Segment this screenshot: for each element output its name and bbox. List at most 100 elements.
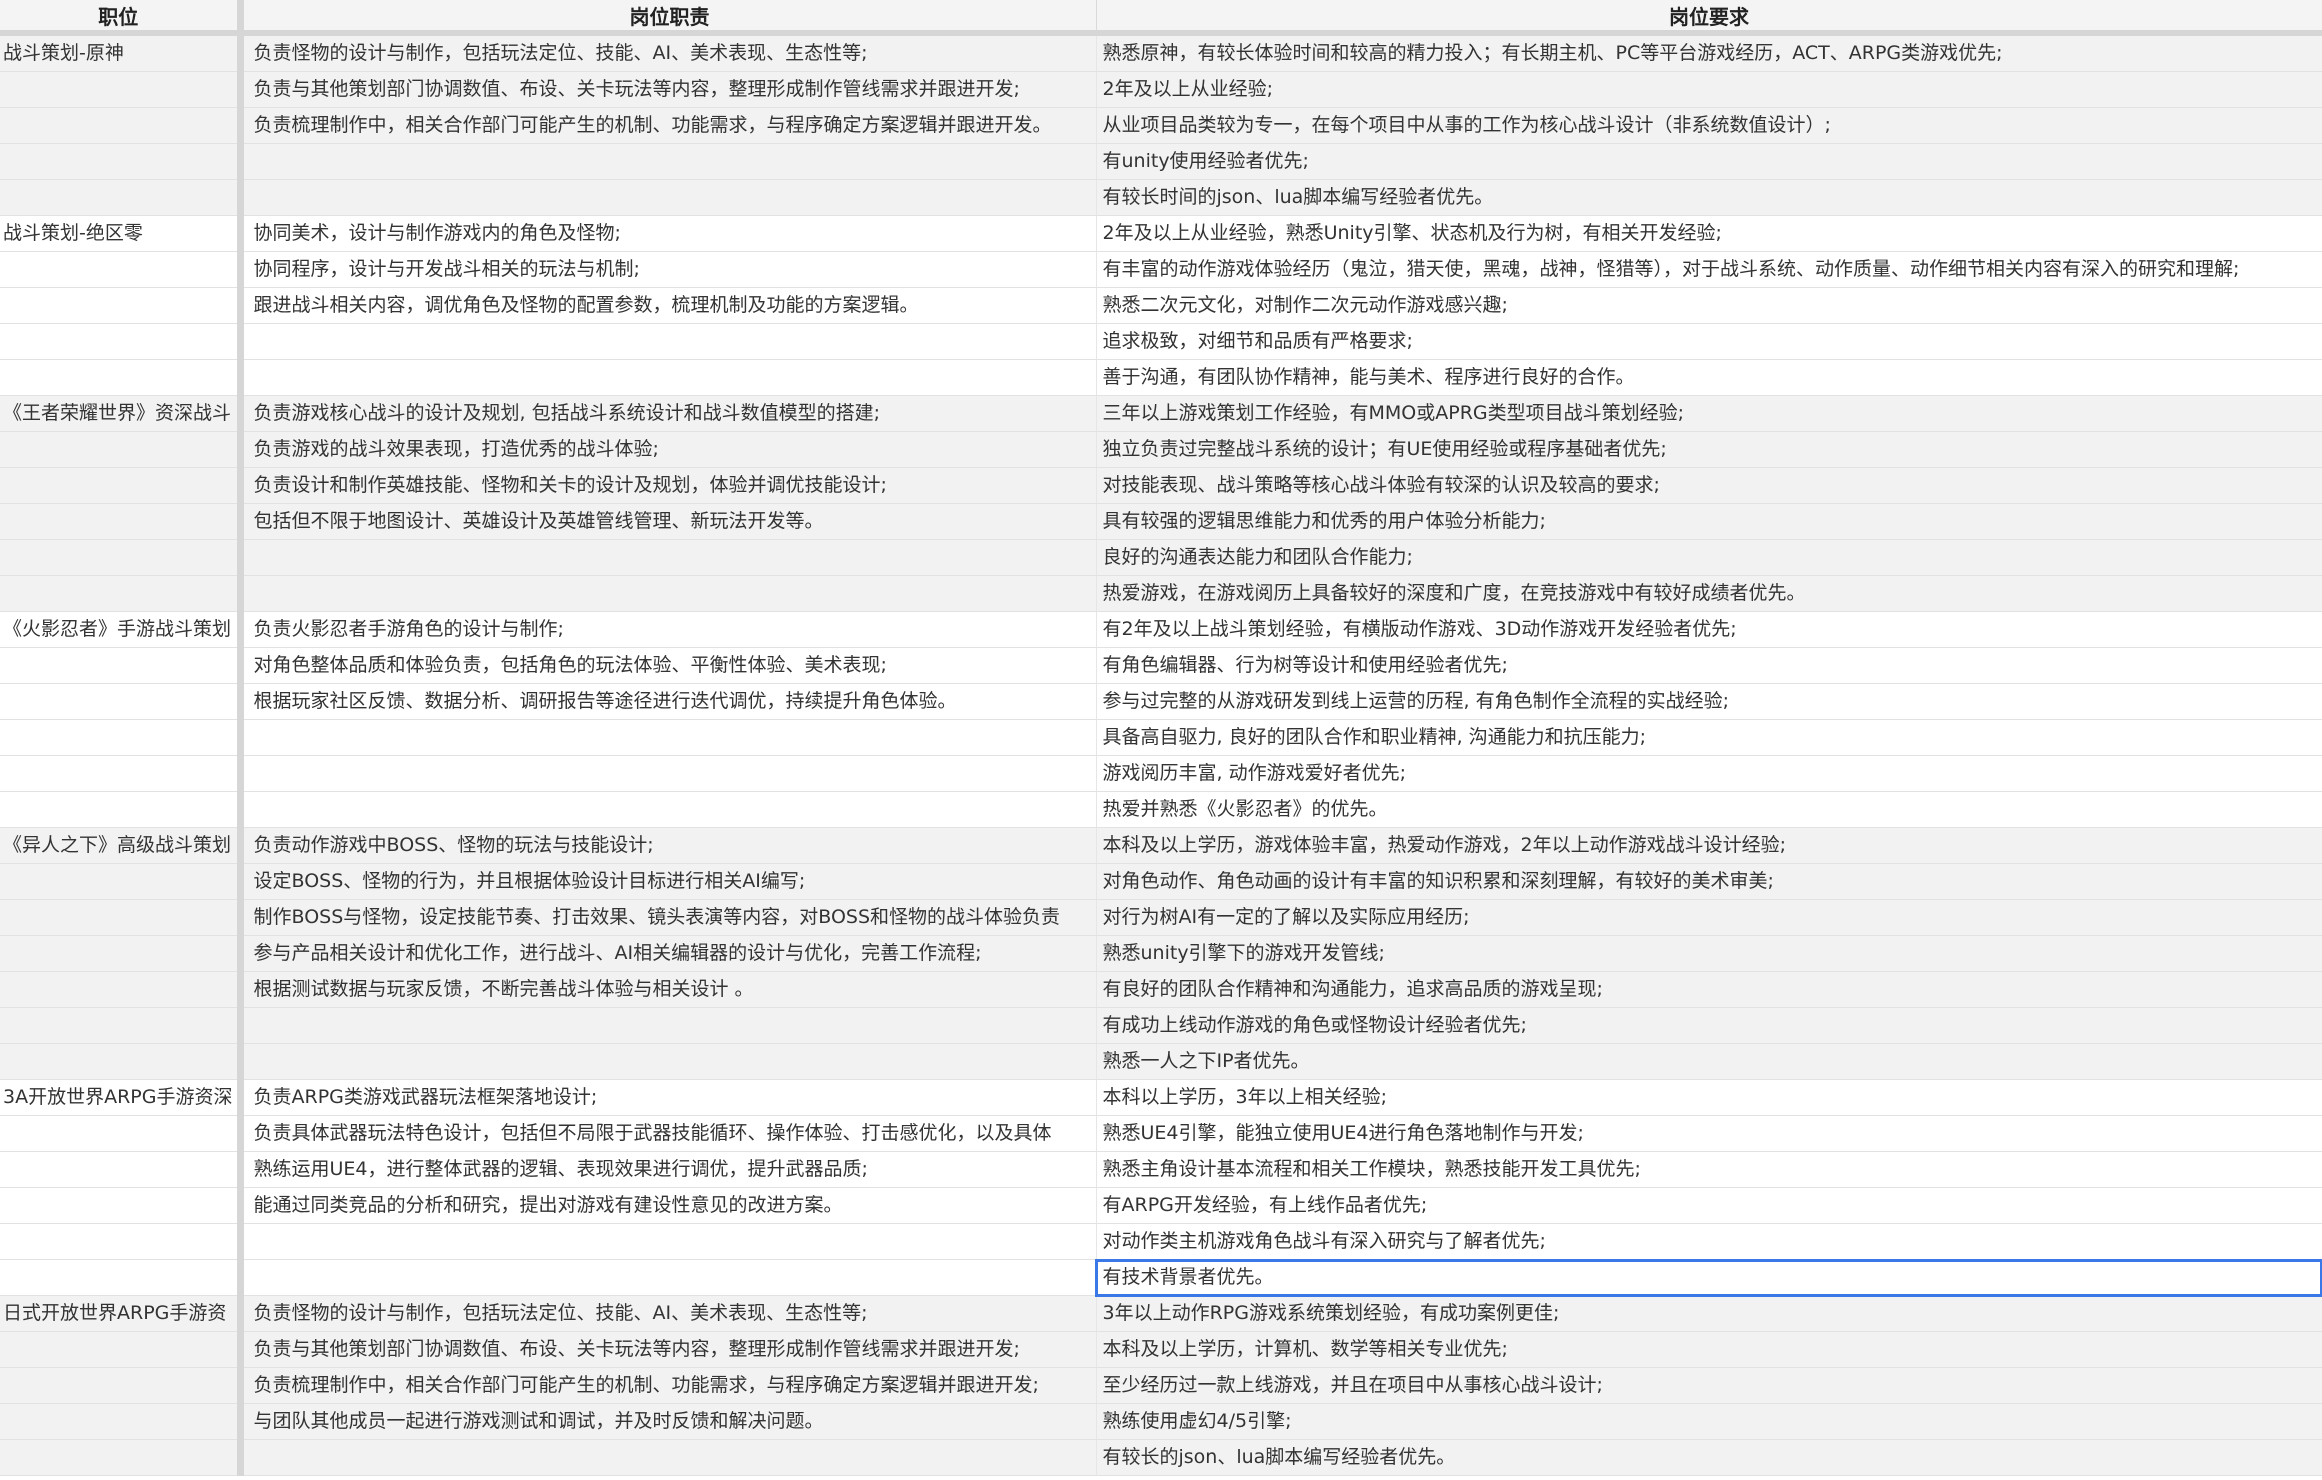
header-requirement[interactable]: 岗位要求 <box>1096 0 2322 36</box>
requirement-cell[interactable]: 有ARPG开发经验，有上线作品者优先; <box>1096 1187 2322 1224</box>
requirement-cell[interactable]: 具备高自驱力, 良好的团队合作和职业精神, 沟通能力和抗压能力; <box>1096 719 2322 756</box>
requirement-cell[interactable]: 有2年及以上战斗策划经验，有横版动作游戏、3D动作游戏开发经验者优先; <box>1096 611 2322 648</box>
duty-cell[interactable] <box>240 1439 1097 1476</box>
position-cell[interactable] <box>0 143 244 180</box>
requirement-cell[interactable]: 对动作类主机游戏角色战斗有深入研究与了解者优先; <box>1096 1223 2322 1260</box>
header-position[interactable]: 职位 <box>0 0 244 36</box>
requirement-cell[interactable]: 参与过完整的从游戏研发到线上运营的历程, 有角色制作全流程的实战经验; <box>1096 683 2322 720</box>
position-cell[interactable]: 《异人之下》高级战斗策划 <box>0 827 244 864</box>
position-cell[interactable] <box>0 287 244 324</box>
requirement-cell[interactable]: 熟悉原神，有较长体验时间和较高的精力投入；有长期主机、PC等平台游戏经历，ACT… <box>1096 33 2322 72</box>
duty-cell[interactable]: 设定BOSS、怪物的行为，并且根据体验设计目标进行相关AI编写; <box>240 863 1097 900</box>
position-cell[interactable] <box>0 359 244 396</box>
duty-cell[interactable]: 协同程序，设计与开发战斗相关的玩法与机制; <box>240 251 1097 288</box>
position-cell[interactable] <box>0 1187 244 1224</box>
requirement-cell[interactable]: 对行为树AI有一定的了解以及实际应用经历; <box>1096 899 2322 936</box>
duty-cell[interactable]: 负责动作游戏中BOSS、怪物的玩法与技能设计; <box>240 827 1097 864</box>
requirement-cell[interactable]: 3年以上动作RPG游戏系统策划经验，有成功案例更佳; <box>1096 1295 2322 1332</box>
requirement-cell[interactable]: 对技能表现、战斗策略等核心战斗体验有较深的认识及较高的要求; <box>1096 467 2322 504</box>
position-cell[interactable]: 战斗策划-绝区零 <box>0 215 244 252</box>
position-cell[interactable] <box>0 719 244 756</box>
requirement-cell[interactable]: 熟悉主角设计基本流程和相关工作模块，熟悉技能开发工具优先; <box>1096 1151 2322 1188</box>
duty-cell[interactable] <box>240 323 1097 360</box>
position-cell[interactable] <box>0 1151 244 1188</box>
duty-cell[interactable] <box>240 575 1097 612</box>
position-cell[interactable]: 日式开放世界ARPG手游资 <box>0 1295 244 1332</box>
duty-cell[interactable]: 负责梳理制作中，相关合作部门可能产生的机制、功能需求，与程序确定方案逻辑并跟进开… <box>240 1367 1097 1404</box>
position-cell[interactable] <box>0 683 244 720</box>
duty-cell[interactable]: 负责与其他策划部门协调数值、布设、关卡玩法等内容，整理形成制作管线需求并跟进开发… <box>240 1331 1097 1368</box>
requirement-cell[interactable]: 良好的沟通表达能力和团队合作能力; <box>1096 539 2322 576</box>
duty-cell[interactable]: 协同美术，设计与制作游戏内的角色及怪物; <box>240 215 1097 252</box>
position-cell[interactable] <box>0 1331 244 1368</box>
duty-cell[interactable]: 熟练运用UE4，进行整体武器的逻辑、表现效果进行调优，提升武器品质; <box>240 1151 1097 1188</box>
duty-cell[interactable]: 负责游戏核心战斗的设计及规划, 包括战斗系统设计和战斗数值模型的搭建; <box>240 395 1097 432</box>
duty-cell[interactable]: 负责火影忍者手游角色的设计与制作; <box>240 611 1097 648</box>
requirement-cell[interactable]: 从业项目品类较为专一，在每个项目中从事的工作为核心战斗设计（非系统数值设计）; <box>1096 107 2322 144</box>
duty-cell[interactable]: 制作BOSS与怪物，设定技能节奏、打击效果、镜头表演等内容，对BOSS和怪物的战… <box>240 899 1097 936</box>
duty-cell[interactable] <box>240 179 1097 216</box>
duty-cell[interactable]: 负责具体武器玩法特色设计，包括但不局限于武器技能循环、操作体验、打击感优化，以及… <box>240 1115 1097 1152</box>
position-cell[interactable] <box>0 575 244 612</box>
requirement-cell[interactable]: 本科以上学历，3年以上相关经验; <box>1096 1079 2322 1116</box>
position-cell[interactable] <box>0 1439 244 1476</box>
requirement-cell[interactable]: 对角色动作、角色动画的设计有丰富的知识积累和深刻理解，有较好的美术审美; <box>1096 863 2322 900</box>
requirement-cell[interactable]: 三年以上游戏策划工作经验，有MMO或APRG类型项目战斗策划经验; <box>1096 395 2322 432</box>
position-cell[interactable] <box>0 1043 244 1080</box>
duty-cell[interactable]: 对角色整体品质和体验负责，包括角色的玩法体验、平衡性体验、美术表现; <box>240 647 1097 684</box>
position-cell[interactable] <box>0 863 244 900</box>
requirement-cell[interactable]: 熟悉一人之下IP者优先。 <box>1096 1043 2322 1080</box>
position-cell[interactable] <box>0 431 244 468</box>
requirement-cell[interactable]: 游戏阅历丰富, 动作游戏爱好者优先; <box>1096 755 2322 792</box>
position-cell[interactable] <box>0 935 244 972</box>
duty-cell[interactable]: 根据玩家社区反馈、数据分析、调研报告等途径进行迭代调优，持续提升角色体验。 <box>240 683 1097 720</box>
duty-cell[interactable]: 负责怪物的设计与制作，包括玩法定位、技能、AI、美术表现、生态性等; <box>240 33 1097 72</box>
position-cell[interactable] <box>0 71 244 108</box>
position-cell[interactable] <box>0 791 244 828</box>
duty-cell[interactable]: 负责游戏的战斗效果表现，打造优秀的战斗体验; <box>240 431 1097 468</box>
requirement-cell[interactable]: 熟练使用虚幻4/5引擎; <box>1096 1403 2322 1440</box>
position-cell[interactable] <box>0 755 244 792</box>
requirement-cell[interactable]: 有成功上线动作游戏的角色或怪物设计经验者优先; <box>1096 1007 2322 1044</box>
position-cell[interactable] <box>0 1259 244 1296</box>
position-cell[interactable] <box>0 539 244 576</box>
duty-cell[interactable]: 负责ARPG类游戏武器玩法框架落地设计; <box>240 1079 1097 1116</box>
requirement-cell[interactable]: 2年及以上从业经验，熟悉Unity引擎、状态机及行为树，有相关开发经验; <box>1096 215 2322 252</box>
position-cell[interactable] <box>0 1115 244 1152</box>
requirement-cell[interactable]: 具有较强的逻辑思维能力和优秀的用户体验分析能力; <box>1096 503 2322 540</box>
position-cell[interactable] <box>0 899 244 936</box>
duty-cell[interactable] <box>240 143 1097 180</box>
requirement-cell[interactable]: 本科及以上学历，游戏体验丰富，热爱动作游戏，2年以上动作游戏战斗设计经验; <box>1096 827 2322 864</box>
requirement-cell[interactable]: 有unity使用经验者优先; <box>1096 143 2322 180</box>
duty-cell[interactable]: 能通过同类竞品的分析和研究，提出对游戏有建设性意见的改进方案。 <box>240 1187 1097 1224</box>
duty-cell[interactable] <box>240 539 1097 576</box>
position-cell[interactable] <box>0 251 244 288</box>
duty-cell[interactable]: 负责与其他策划部门协调数值、布设、关卡玩法等内容，整理形成制作管线需求并跟进开发… <box>240 71 1097 108</box>
duty-cell[interactable] <box>240 755 1097 792</box>
duty-cell[interactable]: 参与产品相关设计和优化工作，进行战斗、AI相关编辑器的设计与优化，完善工作流程; <box>240 935 1097 972</box>
position-cell[interactable] <box>0 647 244 684</box>
duty-cell[interactable] <box>240 1043 1097 1080</box>
position-cell[interactable]: 《火影忍者》手游战斗策划 <box>0 611 244 648</box>
requirement-cell[interactable]: 热爱并熟悉《火影忍者》的优先。 <box>1096 791 2322 828</box>
duty-cell[interactable] <box>240 1259 1097 1296</box>
requirement-cell[interactable]: 追求极致，对细节和品质有严格要求; <box>1096 323 2322 360</box>
position-cell[interactable] <box>0 1223 244 1260</box>
requirement-cell[interactable]: 善于沟通，有团队协作精神，能与美术、程序进行良好的合作。 <box>1096 359 2322 396</box>
duty-cell[interactable]: 根据测试数据与玩家反馈，不断完善战斗体验与相关设计 。 <box>240 971 1097 1008</box>
selected-cell[interactable]: 有技术背景者优先。 <box>1095 1258 2322 1297</box>
requirement-cell[interactable]: 有良好的团队合作精神和沟通能力，追求高品质的游戏呈现; <box>1096 971 2322 1008</box>
position-cell[interactable] <box>0 971 244 1008</box>
duty-cell[interactable] <box>240 359 1097 396</box>
duty-cell[interactable] <box>240 1223 1097 1260</box>
position-cell[interactable]: 战斗策划-原神 <box>0 33 244 72</box>
position-cell[interactable] <box>0 179 244 216</box>
requirement-cell[interactable]: 有丰富的动作游戏体验经历（鬼泣，猎天使，黑魂，战神，怪猎等），对于战斗系统、动作… <box>1096 251 2322 288</box>
position-cell[interactable] <box>0 503 244 540</box>
duty-cell[interactable]: 与团队其他成员一起进行游戏测试和调试，并及时反馈和解决问题。 <box>240 1403 1097 1440</box>
position-cell[interactable] <box>0 1403 244 1440</box>
position-cell[interactable]: 3A开放世界ARPG手游资深 <box>0 1079 244 1116</box>
requirement-cell[interactable]: 熟悉二次元文化，对制作二次元动作游戏感兴趣; <box>1096 287 2322 324</box>
header-duty[interactable]: 岗位职责 <box>240 0 1097 36</box>
duty-cell[interactable] <box>240 719 1097 756</box>
